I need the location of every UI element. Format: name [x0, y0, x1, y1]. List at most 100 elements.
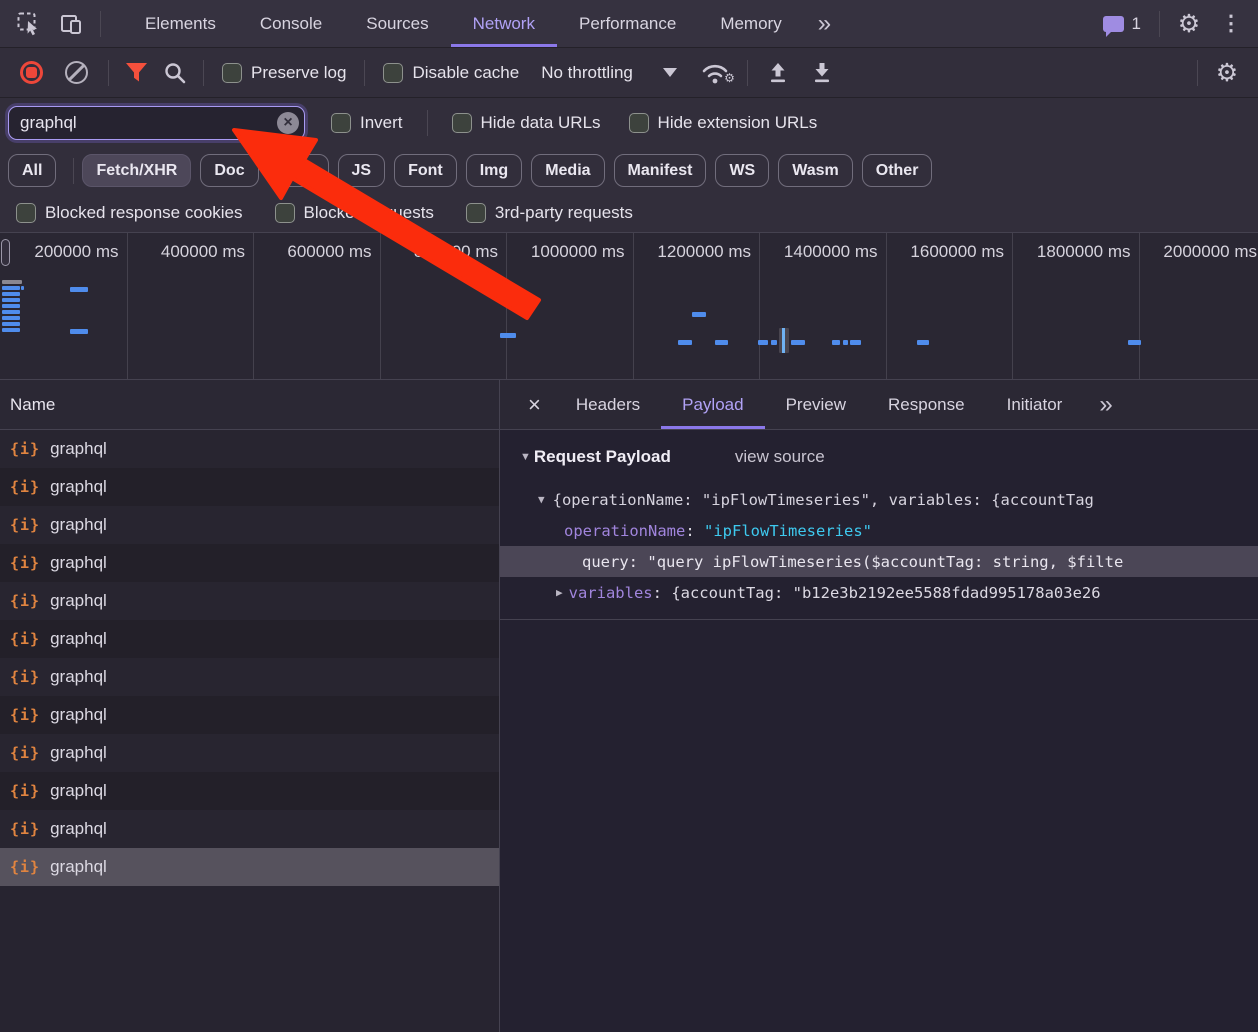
filter-chip-other[interactable]: Other [861, 154, 933, 187]
json-request-icon: {i} [10, 516, 41, 534]
tab-sources[interactable]: Sources [344, 0, 450, 47]
blocked-requests-checkbox[interactable] [274, 202, 295, 223]
settings-icon[interactable]: ⚙ [1168, 9, 1210, 39]
request-row[interactable]: {i} graphql [0, 696, 499, 734]
waterfall-bar [832, 340, 840, 345]
payload-variables-row[interactable]: ▶ variables: {accountTag: "b12e3b2192ee5… [500, 577, 1258, 608]
waterfall-bar [2, 310, 20, 314]
request-row[interactable]: {i} graphql [0, 848, 499, 886]
more-detail-tabs-icon[interactable]: » [1085, 380, 1124, 429]
clear-filter-icon[interactable]: × [277, 112, 299, 134]
gear-badge-icon: ⚙ [724, 70, 735, 85]
hide-extension-urls-checkbox[interactable] [628, 113, 649, 133]
payload-value: "query ipFlowTimeseries($accountTag: str… [647, 552, 1124, 571]
json-request-icon: {i} [10, 706, 41, 724]
filter-chip-js[interactable]: JS [337, 154, 386, 187]
filter-chip-all[interactable]: All [8, 154, 57, 187]
request-row[interactable]: {i} graphql [0, 506, 499, 544]
collapse-icon[interactable]: ▼ [538, 493, 545, 506]
preserve-log-checkbox[interactable] [222, 62, 242, 83]
request-name: graphql [50, 439, 107, 458]
invert-checkbox[interactable] [331, 113, 351, 133]
close-panel-icon[interactable]: × [514, 380, 555, 429]
waterfall-bar [843, 340, 848, 345]
request-row[interactable]: {i} graphql [0, 544, 499, 582]
request-row[interactable]: {i} graphql [0, 810, 499, 848]
import-har-icon[interactable] [756, 61, 800, 84]
expand-icon[interactable]: ▶ [556, 586, 563, 599]
detail-tab-payload[interactable]: Payload [661, 380, 765, 429]
detail-tab-preview[interactable]: Preview [765, 380, 867, 429]
menu-icon[interactable]: ⋮ [1210, 11, 1252, 36]
throttling-select[interactable]: No throttling [541, 63, 677, 83]
divider [73, 157, 75, 184]
device-toolbar-icon[interactable] [50, 0, 92, 47]
filter-icon[interactable] [117, 62, 155, 83]
detail-tab-response[interactable]: Response [867, 380, 986, 429]
inspect-icon[interactable] [8, 0, 50, 47]
requests-panel: Name {i} graphql {i} graphql {i} graphql {i} gr… [0, 380, 500, 1032]
filter-chip-font[interactable]: Font [394, 154, 457, 187]
tab-elements[interactable]: Elements [123, 0, 238, 47]
filter-input[interactable] [8, 106, 305, 140]
network-settings-icon[interactable]: ⚙ [1206, 58, 1248, 88]
divider [203, 59, 204, 86]
filter-chip-ws[interactable]: WS [715, 154, 770, 187]
filter-chip-manifest[interactable]: Manifest [613, 154, 707, 187]
console-messages-icon[interactable]: 1 [1093, 14, 1151, 37]
search-icon[interactable] [155, 61, 195, 85]
json-request-icon: {i} [10, 478, 41, 496]
tab-memory[interactable]: Memory [698, 0, 803, 47]
hide-extension-urls-label: Hide extension URLs [657, 113, 818, 132]
json-request-icon: {i} [10, 668, 41, 686]
request-row[interactable]: {i} graphql [0, 658, 499, 696]
timeline-overview[interactable]: 200000 ms 400000 ms 600000 ms 800000 ms 1000… [0, 232, 1258, 380]
colon: : [685, 521, 695, 540]
request-name: graphql [50, 477, 107, 496]
section-collapse-icon[interactable]: ▼ [520, 451, 531, 463]
filter-chip-img[interactable]: Img [465, 154, 523, 187]
request-row[interactable]: {i} graphql [0, 734, 499, 772]
waterfall-bar [917, 340, 929, 345]
request-row[interactable]: {i} graphql [0, 430, 499, 468]
export-har-icon[interactable] [800, 61, 844, 84]
tab-network[interactable]: Network [450, 0, 557, 47]
request-row[interactable]: {i} graphql [0, 468, 499, 506]
request-name: graphql [50, 781, 107, 800]
third-party-checkbox[interactable] [465, 202, 486, 223]
clear-button[interactable] [65, 61, 88, 84]
json-request-icon: {i} [10, 592, 41, 610]
detail-tab-headers[interactable]: Headers [555, 380, 661, 429]
throttling-value: No throttling [541, 62, 633, 82]
filter-chip-fetch-xhr[interactable]: Fetch/XHR [82, 154, 192, 187]
filter-chip-wasm[interactable]: Wasm [778, 154, 853, 187]
request-row[interactable]: {i} graphql [0, 582, 499, 620]
detail-tab-initiator[interactable]: Initiator [986, 380, 1084, 429]
more-tabs-icon[interactable]: » [804, 0, 843, 47]
request-name: graphql [50, 857, 107, 876]
filter-chip-css[interactable]: CSS [267, 154, 329, 187]
name-column-header[interactable]: Name [0, 380, 499, 430]
request-row[interactable]: {i} graphql [0, 772, 499, 810]
blocked-cookies-checkbox[interactable] [16, 202, 36, 223]
payload-query-row[interactable]: query: "query ipFlowTimeseries($accountT… [500, 546, 1258, 577]
payload-root-row[interactable]: ▼ {operationName: "ipFlowTimeseries", va… [500, 484, 1258, 515]
tab-performance[interactable]: Performance [557, 0, 698, 47]
request-name: graphql [50, 819, 107, 838]
disable-cache-checkbox[interactable] [383, 62, 404, 83]
request-row[interactable]: {i} graphql [0, 620, 499, 658]
request-name: graphql [50, 667, 107, 686]
record-button[interactable] [20, 61, 43, 84]
hide-data-urls-checkbox[interactable] [451, 113, 472, 133]
network-conditions-icon[interactable]: ⚙ [691, 60, 739, 86]
divider [364, 59, 366, 86]
view-source-link[interactable]: view source [735, 447, 825, 467]
disable-cache-label: Disable cache [412, 62, 520, 82]
preserve-log-label: Preserve log [251, 62, 347, 82]
filter-chip-media[interactable]: Media [531, 154, 605, 187]
payload-operation-row[interactable]: operationName: "ipFlowTimeseries" [500, 515, 1258, 546]
tab-console[interactable]: Console [238, 0, 344, 47]
divider [746, 59, 748, 86]
filter-chip-doc[interactable]: Doc [200, 154, 259, 187]
invert-label: Invert [360, 113, 403, 132]
